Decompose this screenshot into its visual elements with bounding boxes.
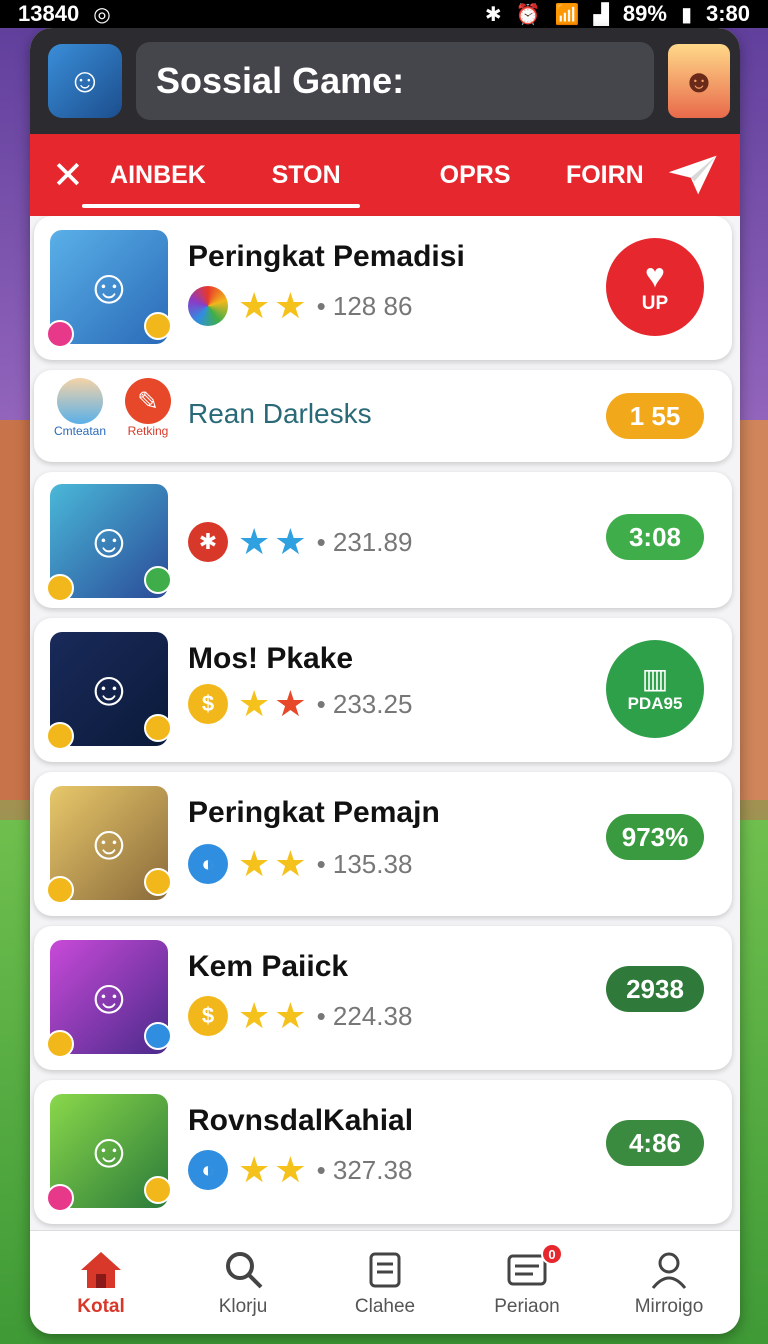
game-thumbnail: ☺ xyxy=(46,940,172,1058)
gold-coin-icon: $ xyxy=(188,684,228,724)
item-meta: ✱ ★ ★ • 231.89 xyxy=(188,522,412,562)
heart-icon: ♥ xyxy=(644,257,666,295)
list-item[interactable]: ☺ Kem Paiick $ ★ ★ • 224.38 2938 xyxy=(34,926,732,1070)
ranking-shortcut[interactable]: ✎ Retking xyxy=(118,378,178,438)
score-pill[interactable]: 2938 xyxy=(606,966,704,1012)
chart-icon: ▥ xyxy=(641,663,669,694)
recommend-row[interactable]: Cmteatan ✎ Retking Rean Darlesks 1 55 xyxy=(34,370,732,462)
character-avatar-icon xyxy=(57,378,103,424)
profile-icon xyxy=(651,1252,687,1289)
nav-inbox[interactable]: Clahee xyxy=(314,1231,456,1334)
nav-search[interactable]: Klorju xyxy=(172,1231,314,1334)
item-meta: $ ★ ★ • 224.38 xyxy=(188,996,412,1036)
item-title: Peringkat Pemajn xyxy=(188,796,440,829)
item-score: • 224.38 xyxy=(316,1000,413,1031)
star-icon: ★ xyxy=(238,995,271,1036)
list-item[interactable]: ☺ Mos! Pkake $ ★ ★ • 233.25 ▥ PDA95 xyxy=(34,618,732,762)
star-icon: ★ xyxy=(274,521,307,562)
item-title: Peringkat Pemadisi xyxy=(188,240,465,273)
item-score: • 233.25 xyxy=(316,688,413,719)
star-icon: ★ xyxy=(238,1149,271,1190)
star-icon: ★ xyxy=(274,1149,307,1190)
item-score: • 231.89 xyxy=(316,526,413,557)
pdas-button[interactable]: ▥ PDA95 xyxy=(606,640,704,738)
status-bar: 13840 ◎ ✱ ⏰ 📶 ▟ 89% ▮ 3:80 xyxy=(0,0,768,28)
wifi-icon: 📶 xyxy=(554,3,580,26)
rainbow-coin-icon xyxy=(188,286,228,326)
star-icon: ★ xyxy=(274,683,307,724)
bottom-navigation: Kotal Klorju Clahee 0 Periaon Mirroigo xyxy=(30,1230,740,1334)
close-icon[interactable]: ✕ xyxy=(52,153,89,198)
app-title: Sossial Game: xyxy=(136,42,654,120)
signal-icon: ▟ xyxy=(593,3,609,26)
list-item[interactable]: ☺ RovnsdalKahial ◐ ★ ★ • 327.38 4:86 xyxy=(34,1080,732,1224)
item-meta: $ ★ ★ • 233.25 xyxy=(188,684,412,724)
item-meta: ★ ★ • 128 86 xyxy=(188,286,412,326)
tab-bar: ✕ AINBEK STON OPRS FOIRN xyxy=(30,134,740,216)
star-icon: ★ xyxy=(238,285,271,326)
inbox-icon xyxy=(369,1252,401,1287)
profile-avatar-icon[interactable]: ☻ xyxy=(668,44,730,118)
star-icon: ★ xyxy=(238,683,271,724)
item-title: RovnsdalKahial xyxy=(188,1104,414,1137)
star-icon: ★ xyxy=(274,843,307,884)
nav-home[interactable]: Kotal xyxy=(30,1231,172,1334)
tab-ston[interactable]: STON xyxy=(237,161,375,190)
create-shortcut[interactable]: Cmteatan xyxy=(50,378,110,438)
nav-messages[interactable]: 0 Periaon xyxy=(456,1231,598,1334)
item-score: • 327.38 xyxy=(316,1154,413,1185)
score-pill[interactable]: 3:08 xyxy=(606,514,704,560)
status-left-text: 13840 xyxy=(18,1,80,26)
game-thumbnail: ☺ xyxy=(46,632,172,750)
blue-coin-icon: ◐ xyxy=(188,844,228,884)
list-item[interactable]: ☺ Peringkat Pemadisi ★ ★ • 128 86 ♥ UP xyxy=(34,216,732,360)
tab-ainbek[interactable]: AINBEK xyxy=(89,161,227,190)
score-pill[interactable]: 1 55 xyxy=(606,393,704,439)
item-meta: ◐ ★ ★ • 327.38 xyxy=(188,1150,412,1190)
tab-oprs[interactable]: OPRS xyxy=(415,161,535,190)
app-header: ☺ Sossial Game: ☻ xyxy=(30,28,740,134)
gold-coin-icon: $ xyxy=(188,996,228,1036)
search-icon xyxy=(226,1251,263,1288)
score-pill[interactable]: 4:86 xyxy=(606,1120,704,1166)
active-tab-indicator xyxy=(82,204,360,208)
battery-percent: 89% xyxy=(622,1,667,26)
game-thumbnail: ☺ xyxy=(46,230,172,348)
star-icon: ★ xyxy=(238,843,271,884)
flame-icon: ✎ xyxy=(125,378,171,424)
player-avatar-icon[interactable]: ☺ xyxy=(48,44,122,118)
nav-profile[interactable]: Mirroigo xyxy=(598,1231,740,1334)
send-icon[interactable] xyxy=(665,150,720,200)
star-icon: ★ xyxy=(274,995,307,1036)
list-item[interactable]: ☺ ✱ ★ ★ • 231.89 3:08 xyxy=(34,472,732,608)
game-thumbnail: ☺ xyxy=(46,484,172,602)
item-score: • 135.38 xyxy=(316,848,413,879)
score-pill[interactable]: 973% xyxy=(606,814,704,860)
game-thumbnail: ☺ xyxy=(46,1094,172,1212)
notification-badge: 0 xyxy=(541,1243,563,1265)
up-button[interactable]: ♥ UP xyxy=(606,238,704,336)
item-title: Kem Paiick xyxy=(188,950,349,983)
blue-coin-icon: ◐ xyxy=(188,1150,228,1190)
game-thumbnail: ☺ xyxy=(46,786,172,904)
item-score: • 128 86 xyxy=(316,290,413,321)
bluetooth-icon: ✱ xyxy=(484,3,502,26)
notification-icon: ◎ xyxy=(93,3,111,26)
tab-foirn[interactable]: FOIRN xyxy=(545,161,665,190)
item-title: Mos! Pkake xyxy=(188,642,354,675)
alarm-icon: ⏰ xyxy=(515,3,541,26)
red-coin-icon: ✱ xyxy=(188,522,228,562)
star-icon: ★ xyxy=(238,521,271,562)
clock: 3:80 xyxy=(705,1,750,26)
item-meta: ◐ ★ ★ • 135.38 xyxy=(188,844,412,884)
star-icon: ★ xyxy=(274,285,307,326)
battery-icon: ▮ xyxy=(680,3,692,26)
recommend-title: Rean Darlesks xyxy=(188,398,372,429)
list-item[interactable]: ☺ Peringkat Pemajn ◐ ★ ★ • 135.38 973% xyxy=(34,772,732,916)
home-icon xyxy=(81,1251,121,1288)
app-window: ☺ Sossial Game: ☻ ✕ AINBEK STON OPRS FOI… xyxy=(30,28,740,1334)
